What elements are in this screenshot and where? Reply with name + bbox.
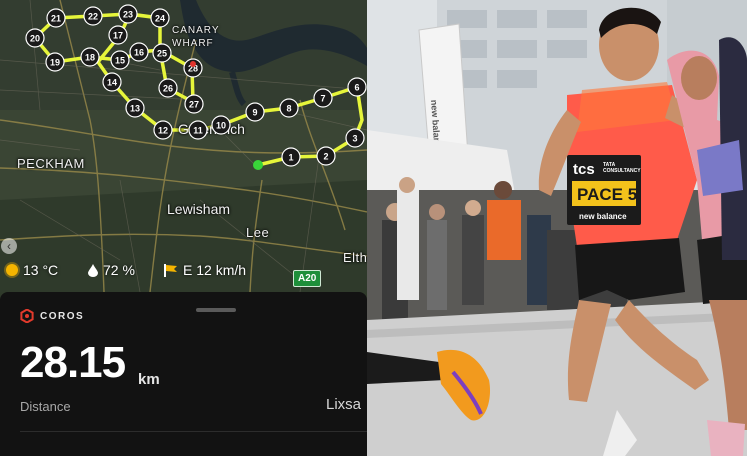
current-position-dot <box>190 61 196 67</box>
route-marker-label: 20 <box>30 34 40 44</box>
route-marker-label: 15 <box>115 56 125 66</box>
route-marker-27[interactable]: 27 <box>184 94 204 114</box>
route-marker-12[interactable]: 12 <box>153 120 173 140</box>
route-marker-label: 12 <box>158 126 168 136</box>
route-marker-label: 26 <box>163 84 173 94</box>
coros-logo-icon <box>20 309 34 323</box>
distance-value: 28.15 <box>20 338 126 387</box>
svg-text:tcs: tcs <box>573 161 595 178</box>
route-start-marker <box>253 160 263 170</box>
divider <box>20 431 367 432</box>
route-marker-10[interactable]: 10 <box>211 115 231 135</box>
route-marker-21[interactable]: 21 <box>46 8 66 28</box>
temperature-item: 13 °C <box>6 262 58 278</box>
distance-label: Distance <box>20 399 71 414</box>
race-photo-image: new balance tcs TATA CONSULTANCY PACE 5 … <box>367 0 747 456</box>
route-marker-9[interactable]: 9 <box>245 102 265 122</box>
brand-name: COROS <box>40 310 85 322</box>
distance-unit: km <box>138 371 160 388</box>
humidity-item: 72 % <box>88 262 135 278</box>
route-marker-label: 7 <box>320 94 325 104</box>
wind-flag-icon <box>164 263 177 277</box>
route-marker-label: 16 <box>134 48 144 58</box>
route-marker-8[interactable]: 8 <box>279 98 299 118</box>
route-marker-label: 1 <box>288 153 293 163</box>
route-marker-19[interactable]: 19 <box>45 52 65 72</box>
route-marker-23[interactable]: 23 <box>118 4 138 24</box>
route-marker-25[interactable]: 25 <box>152 43 172 63</box>
stats-panel: COROS 28.15 km Distance Lixsa <box>0 292 367 456</box>
route-marker-label: 18 <box>85 53 95 63</box>
second-metric-label: Lixsa <box>326 396 362 413</box>
route-marker-18[interactable]: 18 <box>80 47 100 67</box>
route-marker-13[interactable]: 13 <box>125 98 145 118</box>
running-app-screen: CANARY WHARF PECKHAM Lewisham Greenwich L… <box>0 0 367 456</box>
wind-item: E 12 km/h <box>164 262 246 278</box>
route-map[interactable]: CANARY WHARF PECKHAM Lewisham Greenwich L… <box>0 0 367 292</box>
route-marker-26[interactable]: 26 <box>158 78 178 98</box>
route-marker-label: 21 <box>51 14 61 24</box>
route-marker-label: 17 <box>113 31 123 41</box>
route-marker-label: 3 <box>352 134 357 144</box>
back-arrow-icon[interactable]: ‹ <box>1 238 17 254</box>
route-marker-7[interactable]: 7 <box>313 88 333 108</box>
svg-text:CONSULTANCY: CONSULTANCY <box>603 168 641 174</box>
route-marker-label: 23 <box>123 10 133 20</box>
route-marker-label: 10 <box>216 121 226 131</box>
route-marker-label: 25 <box>157 49 167 59</box>
route-marker-1[interactable]: 1 <box>281 147 301 167</box>
drag-handle[interactable] <box>196 308 236 312</box>
route-marker-label: 6 <box>354 83 359 93</box>
route-marker-label: 19 <box>50 58 60 68</box>
road-badge-a20: A20 <box>293 270 322 287</box>
route-marker-20[interactable]: 20 <box>25 28 45 48</box>
svg-text:new balance: new balance <box>579 212 627 221</box>
route-marker-label: 14 <box>107 78 117 88</box>
svg-text:PACE 5: PACE 5 <box>577 185 637 204</box>
route-marker-17[interactable]: 17 <box>108 25 128 45</box>
route-marker-16[interactable]: 16 <box>129 42 149 62</box>
water-drop-icon <box>88 263 98 277</box>
route-marker-label: 8 <box>286 104 291 114</box>
route-marker-6[interactable]: 6 <box>347 77 367 97</box>
route-marker-label: 2 <box>323 152 328 162</box>
route-marker-3[interactable]: 3 <box>345 128 365 148</box>
screenshot-root: CANARY WHARF PECKHAM Lewisham Greenwich L… <box>0 0 747 456</box>
route-markers-svg: 1 236789101112131415161718192021 22 23 24252… <box>25 4 367 170</box>
brand: COROS <box>20 309 84 323</box>
race-photo: new balance tcs TATA CONSULTANCY PACE 5 … <box>367 0 747 456</box>
wind-value: E 12 km/h <box>183 262 247 278</box>
route-marker-label: 27 <box>189 100 199 110</box>
route-marker-label: 24 <box>155 14 165 24</box>
route-marker-label: 22 <box>88 12 98 22</box>
route-marker-24[interactable]: 24 <box>150 8 170 28</box>
temperature-value: 13 °C <box>23 262 59 278</box>
sun-icon <box>6 264 18 276</box>
humidity-value: 72 % <box>103 262 135 278</box>
route-marker-15[interactable]: 15 <box>110 50 130 70</box>
route-marker-14[interactable]: 14 <box>102 72 122 92</box>
route-marker-28[interactable]: 28 <box>183 58 203 78</box>
route-marker-22[interactable]: 22 <box>83 6 103 26</box>
route-marker-label: 11 <box>193 126 203 136</box>
route-marker-label: 13 <box>130 104 140 114</box>
route-marker-11[interactable]: 11 <box>188 120 208 140</box>
route-marker-2[interactable]: 2 <box>316 146 336 166</box>
route-marker-label: 9 <box>252 108 257 118</box>
